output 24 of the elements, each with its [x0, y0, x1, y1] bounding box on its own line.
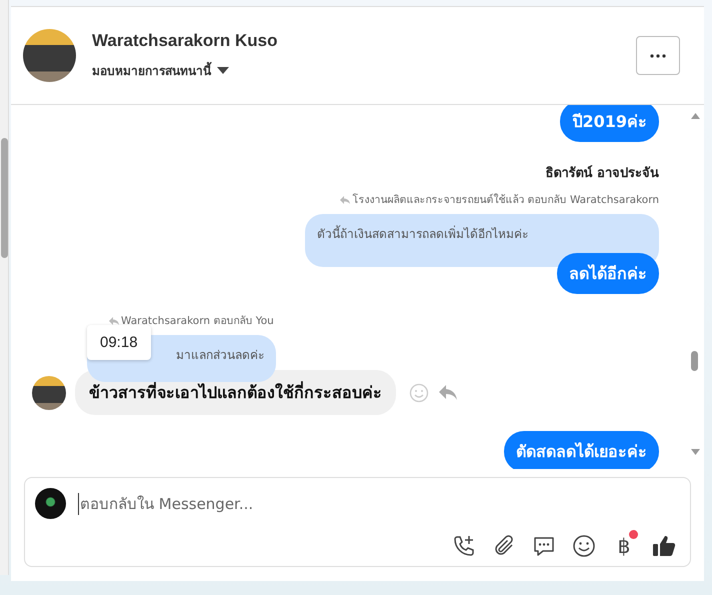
payment-button[interactable]: ฿ — [612, 534, 636, 558]
sent-message: ตัดสดลดได้เยอะค่ะ — [504, 431, 659, 469]
avatar-photo-placeholder — [32, 376, 66, 410]
sender-name: ธิดารัตน์ อาจประจัน — [545, 164, 659, 183]
reply-icon — [109, 316, 119, 324]
reply-header: โรงงานผลิตและกระจายรถยนต์ใช้แล้ว ตอบกลับ Waratchsarakorn — [340, 191, 659, 208]
timestamp-tooltip: 09:18 — [87, 325, 151, 360]
scroll-up-icon[interactable] — [690, 113, 700, 119]
emoji-reaction-icon[interactable] — [409, 382, 429, 402]
sent-message: ปี2019ค่ะ — [560, 105, 659, 142]
reply-icon[interactable] — [438, 384, 458, 402]
caret-icon — [217, 66, 229, 74]
scrollbar-thumb[interactable] — [691, 351, 698, 371]
contact-name: Waratchsarakorn Kuso — [92, 31, 278, 51]
assign-conversation-dropdown[interactable]: มอบหมายการสนทนานี้ — [92, 61, 229, 80]
emoji-icon[interactable] — [572, 534, 596, 558]
scrollbar-thumb[interactable] — [1, 138, 8, 258]
more-options-button[interactable] — [636, 36, 680, 75]
page-avatar-icon — [35, 488, 66, 519]
call-add-icon[interactable] — [452, 534, 476, 558]
scroll-down-icon[interactable] — [690, 449, 700, 455]
reply-icon — [340, 196, 350, 204]
thumbs-up-icon[interactable] — [652, 534, 676, 558]
more-icon — [650, 54, 666, 58]
